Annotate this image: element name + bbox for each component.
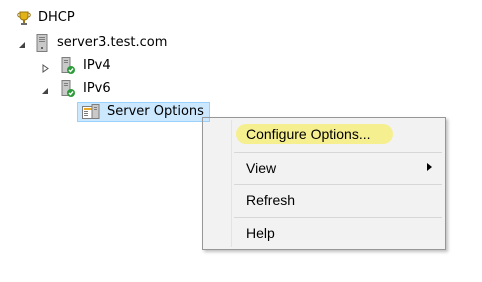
server-tower-icon	[36, 34, 48, 52]
network-scope-icon	[61, 80, 75, 97]
tree-item-label: DHCP	[38, 10, 75, 25]
menu-item-help[interactable]: Help	[206, 220, 442, 246]
tree-item-label: IPv4	[83, 58, 111, 73]
menu-item-configure-options[interactable]: Configure Options...	[206, 121, 442, 147]
menu-item-label: Help	[246, 225, 275, 241]
collapsed-arrow-icon[interactable]	[41, 64, 50, 73]
menu-item-refresh[interactable]: Refresh	[206, 187, 442, 213]
menu-item-label: View	[246, 160, 277, 176]
menu-item-label: Configure Options...	[246, 126, 371, 142]
tree-item-label: Server Options	[107, 104, 204, 119]
expanded-arrow-icon[interactable]	[41, 87, 50, 96]
menu-separator	[234, 184, 442, 185]
network-scope-icon	[61, 57, 75, 74]
menu-separator	[234, 152, 442, 153]
submenu-arrow-icon	[427, 163, 432, 171]
menu-item-view[interactable]: View	[206, 155, 442, 181]
dhcp-trophy-icon	[17, 11, 31, 25]
menu-separator	[234, 217, 442, 218]
context-menu: Configure Options... View Refresh Help	[202, 117, 446, 250]
server-options-icon	[82, 104, 100, 119]
menu-item-label: Refresh	[246, 192, 296, 208]
tree-item-label: IPv6	[83, 81, 111, 96]
tree-item-label: server3.test.com	[57, 35, 168, 50]
expanded-arrow-icon[interactable]	[18, 41, 27, 50]
